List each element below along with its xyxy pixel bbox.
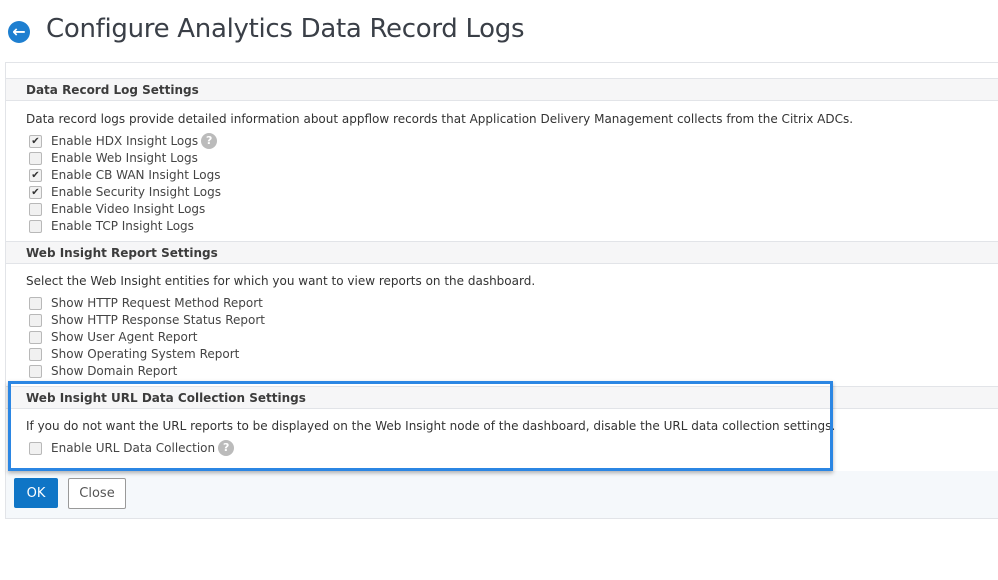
- check-icon: ✔: [31, 186, 40, 198]
- back-arrow-icon[interactable]: ←: [8, 21, 30, 43]
- checkbox-label: Enable Web Insight Logs: [51, 151, 198, 165]
- checkbox-row[interactable]: ✔ Enable HDX Insight Logs ?: [29, 133, 218, 149]
- checkbox-label: Enable CB WAN Insight Logs: [51, 168, 221, 182]
- checkbox-row[interactable]: Show Operating System Report: [29, 346, 239, 362]
- checkbox-row[interactable]: Show Domain Report: [29, 363, 177, 379]
- checkbox[interactable]: [29, 151, 42, 165]
- checkbox[interactable]: ✔: [29, 168, 42, 182]
- checkbox-label: Enable Security Insight Logs: [51, 185, 221, 199]
- section-description: Data record logs provide detailed inform…: [26, 112, 854, 126]
- checkbox[interactable]: ✔: [29, 185, 42, 199]
- checkbox[interactable]: [29, 296, 42, 310]
- checkbox[interactable]: ✔: [29, 134, 42, 148]
- checkbox-row[interactable]: Show User Agent Report: [29, 329, 197, 345]
- checkbox-label: Show Operating System Report: [51, 347, 240, 361]
- checkbox[interactable]: [29, 202, 42, 216]
- checkbox-row[interactable]: Enable TCP Insight Logs: [29, 218, 194, 234]
- checkbox-label: Show User Agent Report: [51, 330, 198, 344]
- checkbox[interactable]: [29, 219, 42, 233]
- checkbox[interactable]: [29, 364, 42, 378]
- checkbox[interactable]: [29, 313, 42, 327]
- checkbox-label: Enable HDX Insight Logs: [51, 134, 199, 148]
- ok-button[interactable]: OK: [14, 478, 58, 508]
- checkbox-row[interactable]: ✔ Enable CB WAN Insight Logs: [29, 167, 220, 183]
- checkbox[interactable]: [29, 347, 42, 361]
- checkbox-row[interactable]: Show HTTP Request Method Report: [29, 295, 263, 311]
- section-header: Web Insight Report Settings: [6, 241, 998, 264]
- checkbox-row[interactable]: Show HTTP Response Status Report: [29, 312, 265, 328]
- footer-bar: [6, 471, 998, 518]
- section-header: Data Record Log Settings: [6, 78, 998, 101]
- section-title: Web Insight Report Settings: [26, 246, 218, 260]
- checkbox-row[interactable]: Enable Video Insight Logs: [29, 201, 205, 217]
- checkbox-row[interactable]: ✔ Enable Security Insight Logs: [29, 184, 221, 200]
- checkbox-label: Enable TCP Insight Logs: [51, 219, 194, 233]
- help-icon[interactable]: ?: [201, 133, 218, 149]
- page-title: Configure Analytics Data Record Logs: [46, 14, 525, 44]
- checkbox-label: Enable Video Insight Logs: [51, 202, 206, 216]
- close-button[interactable]: Close: [68, 478, 126, 509]
- checkbox[interactable]: [29, 330, 42, 344]
- check-icon: ✔: [31, 135, 40, 147]
- checkbox-label: Show Domain Report: [51, 364, 178, 378]
- section-description: Select the Web Insight entities for whic…: [26, 274, 536, 288]
- checkbox-label: Show HTTP Response Status Report: [51, 313, 265, 327]
- checkbox-label: Show HTTP Request Method Report: [51, 296, 263, 310]
- highlight-box: [8, 381, 833, 471]
- section-title: Data Record Log Settings: [26, 83, 199, 97]
- checkbox-row[interactable]: Enable Web Insight Logs: [29, 150, 198, 166]
- check-icon: ✔: [31, 169, 40, 181]
